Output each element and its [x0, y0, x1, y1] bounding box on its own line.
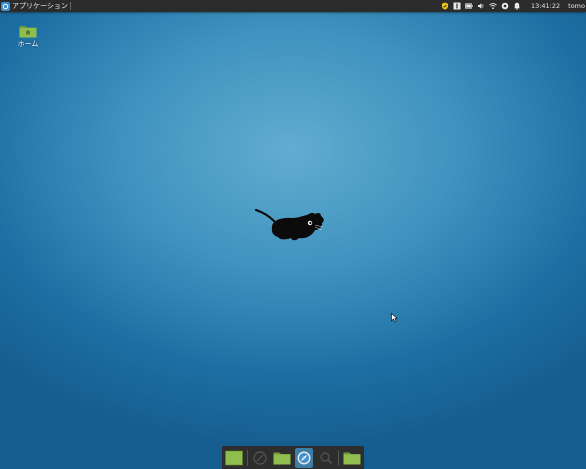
- shield-icon[interactable]: [441, 2, 449, 10]
- folder-icon: [273, 452, 291, 464]
- volume-icon[interactable]: [477, 2, 485, 10]
- applications-menu-button[interactable]: アプリケーション: [1, 0, 73, 12]
- notification-bell-icon[interactable]: [513, 2, 521, 10]
- dock-separator: [338, 449, 340, 466]
- battery-icon[interactable]: [465, 2, 473, 10]
- terminal-icon: [253, 450, 267, 465]
- power-icon[interactable]: [501, 2, 509, 10]
- panel-separator: [69, 2, 71, 10]
- search-icon: [320, 451, 332, 464]
- xfce-logo-icon: [1, 1, 10, 11]
- top-panel: アプリケーション 13:41:22 tomo: [0, 0, 586, 12]
- dock: [222, 446, 364, 469]
- dock-separator: [246, 449, 248, 466]
- web-browser-launcher[interactable]: [294, 447, 314, 468]
- xfce-mouse-logo: [254, 208, 324, 241]
- panel-clock[interactable]: 13:41:22: [531, 0, 560, 12]
- app-finder-launcher[interactable]: [316, 448, 335, 468]
- desktop[interactable]: アプリケーション 13:41:22 tomo ホーム: [0, 0, 586, 469]
- user-name[interactable]: tomo: [568, 0, 586, 12]
- home-folder-label: ホーム: [17, 40, 39, 48]
- mouse-cursor: [391, 313, 398, 323]
- folder-icon: [343, 452, 361, 464]
- web-browser-icon: [297, 451, 311, 464]
- wifi-icon[interactable]: [489, 2, 497, 10]
- keyboard-icon[interactable]: [453, 2, 461, 10]
- file-manager-launcher[interactable]: [273, 448, 292, 468]
- show-desktop-button[interactable]: [225, 448, 244, 468]
- applications-menu-label: アプリケーション: [12, 2, 68, 10]
- desktop-home-folder[interactable]: ホーム: [13, 24, 43, 49]
- home-folder-icon: [19, 26, 37, 38]
- show-desktop-icon: [225, 450, 244, 465]
- terminal-launcher[interactable]: [251, 448, 270, 468]
- home-folder-launcher[interactable]: [342, 448, 361, 468]
- system-tray: 13:41:22 tomo: [441, 0, 586, 12]
